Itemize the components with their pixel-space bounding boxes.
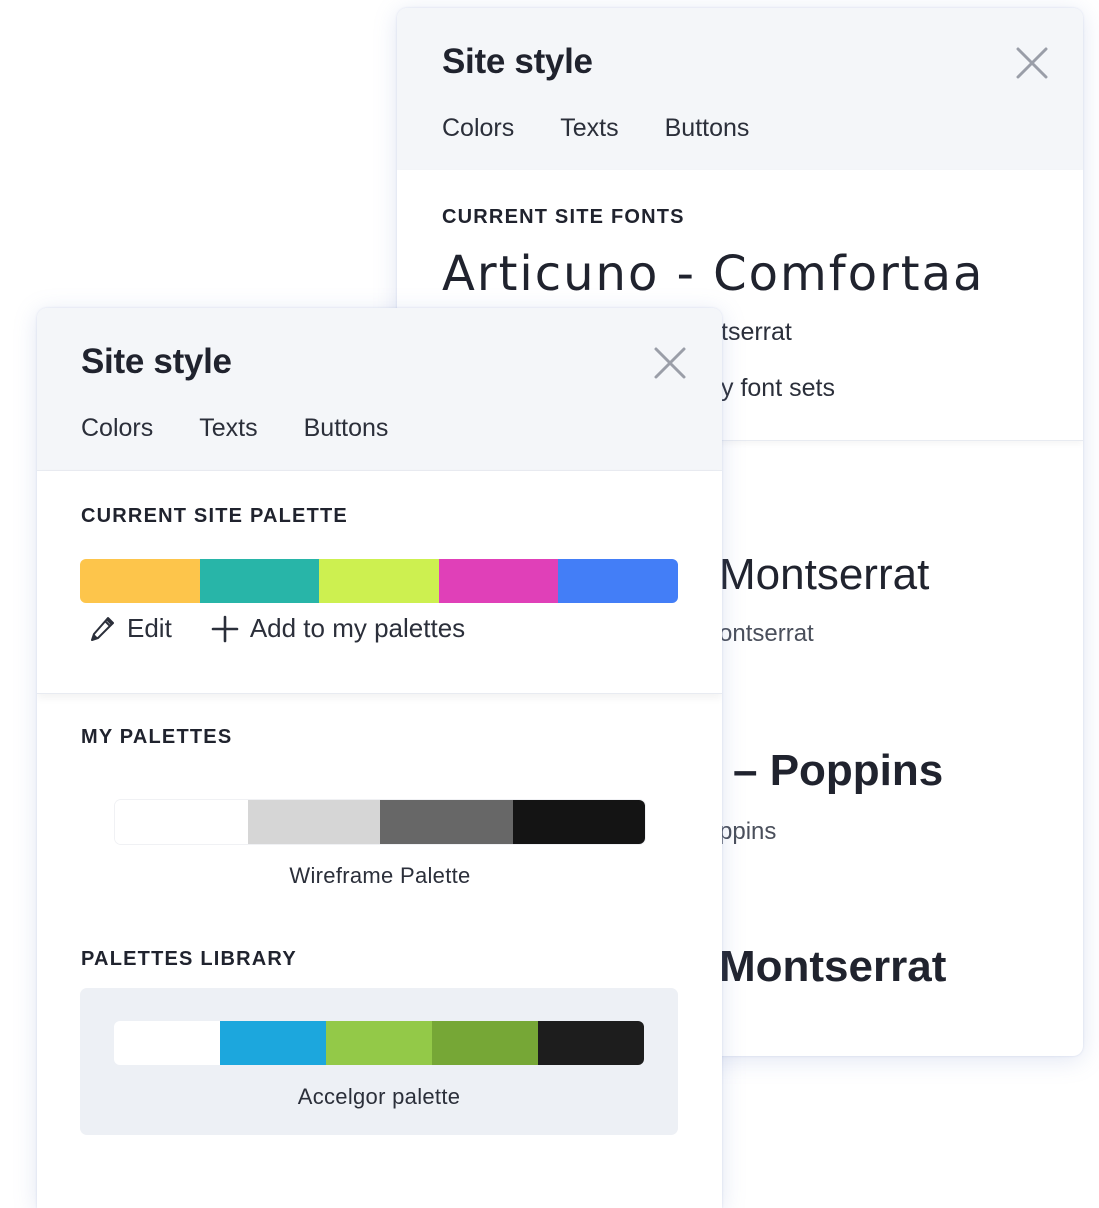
- section-label: CURRENT SITE FONTS: [442, 206, 685, 228]
- pencil-icon: [91, 616, 114, 641]
- font-set-title[interactable]: – Poppins: [733, 746, 943, 796]
- palette-strip[interactable]: [115, 800, 645, 844]
- add-to-my-palettes-button[interactable]: Add to my palettes: [210, 613, 465, 644]
- font-set-subtitle: ppins: [719, 818, 777, 845]
- palette-name: Wireframe Palette: [289, 863, 471, 888]
- panel-header: Site style Colors Texts Buttons: [37, 308, 722, 481]
- plus-icon: [211, 615, 239, 642]
- tab-bar: Colors Texts Buttons: [81, 414, 434, 481]
- font-set-title[interactable]: Montserrat: [719, 942, 946, 992]
- font-set-title[interactable]: Montserrat: [719, 550, 929, 600]
- section-label: CURRENT SITE PALETTE: [81, 505, 348, 527]
- color-swatch[interactable]: [380, 800, 513, 844]
- color-swatch[interactable]: [220, 1021, 326, 1065]
- section-label: PALETTES LIBRARY: [81, 948, 297, 970]
- color-swatch[interactable]: [558, 559, 678, 603]
- color-swatch[interactable]: [512, 800, 645, 844]
- font-set-subtitle: ontserrat: [719, 620, 814, 647]
- color-swatch[interactable]: [538, 1021, 644, 1065]
- current-font-title: Articuno - Comfortaa: [442, 246, 985, 302]
- color-swatch[interactable]: [247, 800, 380, 844]
- close-icon: [654, 347, 686, 379]
- tab-buttons[interactable]: Buttons: [665, 114, 750, 143]
- close-button[interactable]: [653, 346, 687, 380]
- color-swatch[interactable]: [114, 1021, 220, 1065]
- tab-texts[interactable]: Texts: [199, 414, 257, 443]
- close-icon: [1016, 47, 1048, 79]
- edit-label: Edit: [127, 613, 172, 643]
- add-label: Add to my palettes: [249, 613, 466, 643]
- library-palette-card[interactable]: Accelgor palette: [80, 988, 678, 1135]
- color-swatch[interactable]: [80, 559, 200, 603]
- my-font-sets-link[interactable]: y font sets: [721, 374, 835, 403]
- color-swatch[interactable]: [438, 559, 559, 603]
- palette-strip[interactable]: [114, 1021, 644, 1065]
- palette-actions: Edit Add to my palettes: [87, 613, 503, 644]
- color-swatch[interactable]: [326, 1021, 432, 1065]
- color-swatch[interactable]: [115, 800, 248, 844]
- panel-title: Site style: [81, 342, 232, 381]
- tab-colors[interactable]: Colors: [81, 414, 154, 481]
- current-font-subtitle: tserrat: [721, 318, 792, 346]
- tab-texts[interactable]: Texts: [560, 114, 619, 181]
- edit-button[interactable]: Edit: [87, 613, 172, 644]
- site-style-panel-colors: Site style Colors Texts Buttons CURRENT …: [37, 308, 722, 1208]
- section-label: MY PALETTES: [81, 726, 233, 748]
- color-swatch[interactable]: [319, 559, 439, 603]
- tab-buttons[interactable]: Buttons: [304, 414, 389, 443]
- tab-bar: Colors Texts Buttons: [442, 114, 795, 181]
- current-palette-strip[interactable]: [80, 559, 678, 603]
- color-swatch[interactable]: [432, 1021, 538, 1065]
- palette-name: Accelgor palette: [297, 1084, 461, 1109]
- current-palette-section: CURRENT SITE PALETTE Edit Add to my pale…: [37, 471, 722, 694]
- panel-header: Site style Colors Texts Buttons: [397, 8, 1083, 181]
- close-button[interactable]: [1015, 46, 1049, 80]
- tab-colors[interactable]: Colors: [442, 114, 514, 143]
- color-swatch[interactable]: [199, 559, 320, 603]
- panel-title: Site style: [442, 42, 593, 81]
